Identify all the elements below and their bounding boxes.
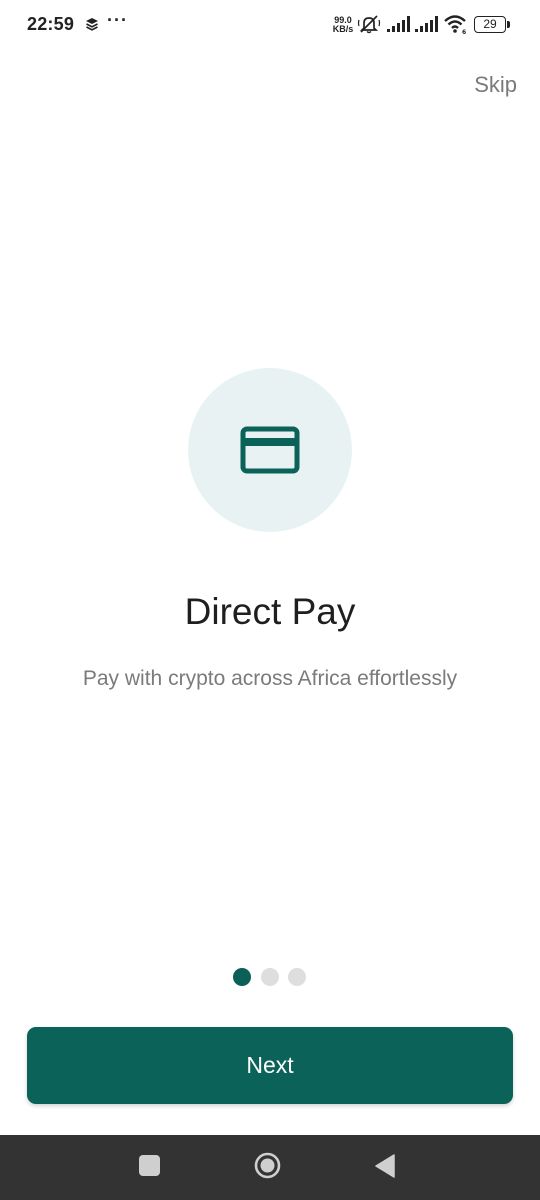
home-button[interactable] (254, 1152, 281, 1179)
page-subtitle: Pay with crypto across Africa effortless… (82, 667, 458, 690)
network-speed-unit: KB/s (332, 24, 354, 34)
signal-icon (387, 16, 410, 32)
skip-button[interactable]: Skip (474, 72, 517, 98)
page-dot[interactable] (288, 968, 306, 986)
page-title: Direct Pay (184, 591, 356, 632)
signal-icon (415, 16, 438, 32)
status-bar: 22:59 ··· 99.0 KB/s 6 29 (0, 0, 540, 50)
wifi-icon: 6 (444, 15, 466, 34)
page-dot-active[interactable] (233, 968, 251, 986)
bell-muted-icon (357, 15, 381, 34)
feature-illustration (188, 368, 352, 532)
credit-card-icon (240, 426, 300, 474)
next-button-label: Next (246, 1052, 294, 1078)
battery-icon: 29 (474, 16, 506, 33)
svg-text:6: 6 (462, 29, 466, 34)
battery-tip (507, 21, 510, 28)
more-notifications-icon: ··· (107, 10, 128, 30)
status-time: 22:59 (27, 14, 75, 34)
recent-apps-button[interactable] (139, 1155, 160, 1176)
next-button[interactable]: Next (27, 1027, 513, 1104)
battery-level: 29 (483, 17, 497, 31)
layers-icon (86, 18, 98, 31)
page-dot[interactable] (261, 968, 279, 986)
system-nav-bar (0, 1135, 540, 1200)
page-indicator (233, 968, 313, 986)
network-speed: 99.0 KB/s (331, 16, 355, 34)
back-button[interactable] (374, 1153, 396, 1179)
